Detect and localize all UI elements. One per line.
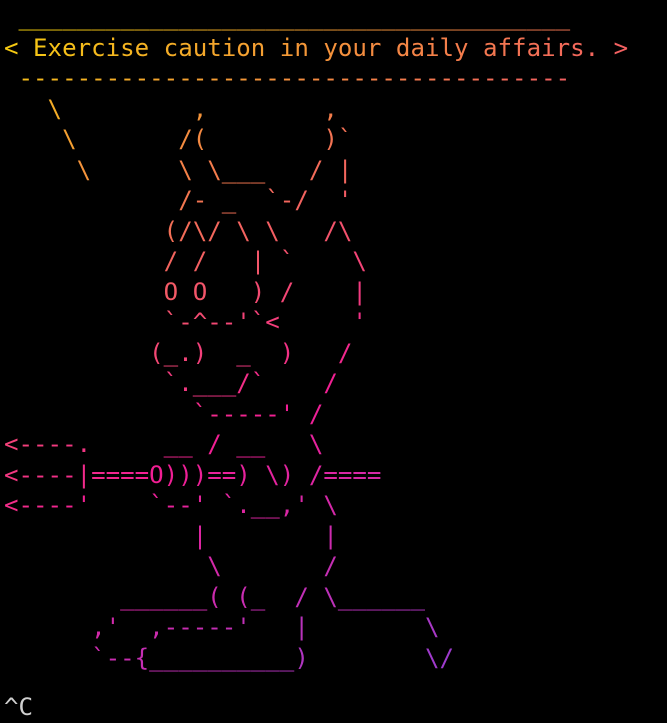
- terminal-line: \ /( )`: [62, 125, 353, 153]
- terminal-line: | |: [192, 521, 338, 550]
- terminal-line: <----. __ / __ \: [4, 430, 324, 458]
- terminal-line: --------------------------------------: [18, 64, 571, 92]
- terminal-line: `.___/` /: [163, 369, 338, 397]
- terminal-line: ______( (_ / \______: [120, 582, 425, 611]
- cowsay-message-line: < Exercise caution in your daily affairs…: [4, 33, 629, 62]
- terminal-line: <----|====O)))==) \) /====: [4, 460, 382, 489]
- terminal-interrupt-line: ^C: [4, 693, 34, 721]
- terminal-line: ______________________________________: [18, 3, 571, 31]
- terminal-line: \ , ,: [47, 94, 338, 123]
- terminal-line: <----' `--' `.__,' \: [4, 491, 338, 519]
- terminal-line: / / | ` \: [163, 247, 367, 275]
- terminal-line: `-----' /: [192, 399, 324, 428]
- terminal-line: (/\/ \ \ /\: [163, 216, 353, 245]
- terminal-line: `-^--'`< ': [163, 308, 367, 336]
- terminal-line: ,' ,-----' | \: [91, 613, 440, 641]
- terminal-line: /- _ `-/ ': [178, 186, 353, 214]
- terminal-line: \ /: [207, 552, 338, 580]
- terminal-line: (_.) _ ) /: [149, 338, 353, 367]
- terminal-line: O O ) / |: [163, 277, 367, 306]
- terminal-line: `--{__________) \/: [91, 643, 454, 672]
- terminal-output: ______________________________________ < …: [4, 2, 629, 721]
- terminal-line: \ \ \___ / |: [76, 155, 353, 184]
